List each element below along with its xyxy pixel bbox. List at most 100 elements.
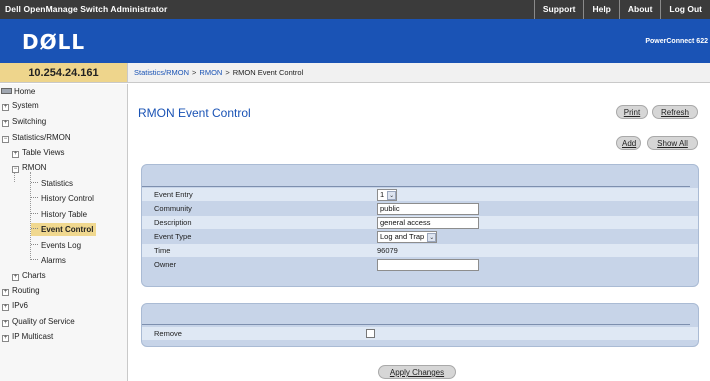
remove-checkbox[interactable] (366, 329, 375, 338)
tree-connector (31, 197, 38, 198)
breadcrumb-current: RMON Event Control (232, 68, 304, 77)
tree-item-history-control[interactable]: History Control (31, 192, 94, 205)
help-link[interactable]: Help (583, 0, 618, 19)
owner-input[interactable] (377, 259, 479, 271)
tree-item-ip-multicast[interactable]: + IP Multicast (2, 330, 53, 343)
tree-label: Switching (12, 117, 47, 126)
tree-connector (31, 244, 38, 245)
tree-item-events-log[interactable]: Events Log (31, 239, 81, 252)
owner-label: Owner (154, 260, 177, 269)
expand-icon[interactable]: + (2, 320, 9, 327)
show-all-button[interactable]: Show All (647, 136, 698, 150)
refresh-button[interactable]: Refresh (652, 105, 698, 119)
app-title: Dell OpenManage Switch Administrator (5, 4, 168, 14)
tree-item-event-control[interactable]: Event Control (31, 223, 97, 236)
chevron-down-icon: ⌄ (387, 191, 397, 200)
breadcrumb-statistics-rmon[interactable]: Statistics/RMON (134, 68, 189, 77)
tree-label: Statistics (41, 179, 74, 188)
tree-item-ipv6[interactable]: + IPv6 (2, 299, 28, 312)
row-description: Description general access (142, 216, 698, 229)
tree-label: Event Control (41, 225, 94, 234)
page-title: RMON Event Control (138, 106, 251, 120)
event-entry-select[interactable]: 1 ⌄ (377, 189, 398, 201)
apply-changes-button[interactable]: Apply Changes (378, 365, 456, 379)
panel-divider (142, 186, 690, 187)
tree-connector (31, 259, 38, 260)
row-event-entry: Event Entry 1 ⌄ (142, 188, 698, 201)
expand-icon[interactable]: + (2, 120, 9, 127)
tree-item-alarms[interactable]: Alarms (31, 254, 66, 267)
time-value: 96079 (377, 246, 398, 255)
remove-label: Remove (154, 329, 182, 338)
print-button[interactable]: Print (616, 105, 648, 119)
expand-icon[interactable]: + (2, 335, 9, 342)
tree-label: History Table (41, 210, 88, 219)
tree-item-statistics-rmon[interactable]: − Statistics/RMON (2, 131, 71, 144)
navigation-tree: Home + System + Switching − Statistics/RMON… (0, 84, 128, 381)
description-label: Description (154, 218, 192, 227)
tree-label: RMON (22, 163, 47, 172)
tree-label: Statistics/RMON (12, 133, 71, 142)
expand-icon[interactable]: + (2, 304, 9, 311)
expand-icon[interactable]: + (2, 104, 9, 111)
event-type-select[interactable]: Log and Trap ⌄ (377, 231, 438, 243)
description-input[interactable]: general access (377, 217, 479, 229)
tree-item-history-table[interactable]: History Table (31, 208, 87, 221)
expand-icon[interactable]: + (2, 289, 9, 296)
tree-item-rmon[interactable]: − RMON (12, 161, 46, 174)
tree-label: History Control (41, 194, 94, 203)
breadcrumb-separator: > (225, 68, 230, 77)
tree-item-system[interactable]: + System (2, 99, 39, 112)
banner: DØLL PowerConnect 622 (0, 19, 710, 63)
tree-label: IPv6 (12, 301, 29, 310)
breadcrumb-rmon[interactable]: RMON (199, 68, 222, 77)
tree-label: Quality of Service (12, 317, 75, 326)
support-link[interactable]: Support (533, 0, 584, 19)
event-settings-panel: Event Entry 1 ⌄ Community public Descript… (141, 164, 699, 287)
tree-label: System (12, 101, 39, 110)
breadcrumb: Statistics/RMON > RMON > RMON Event Control (128, 63, 710, 83)
tree-connector (31, 228, 38, 229)
tree-label: Table Views (22, 148, 65, 157)
expand-icon[interactable]: + (12, 274, 19, 281)
select-value: Log and Trap (380, 232, 425, 241)
collapse-icon[interactable]: − (12, 166, 19, 173)
panel-divider (142, 324, 690, 325)
top-nav: Support Help About Log Out (533, 0, 710, 19)
chevron-down-icon: ⌄ (427, 233, 437, 242)
community-input[interactable]: public (377, 203, 479, 215)
tree-item-statistics[interactable]: Statistics (31, 177, 73, 190)
home-icon (1, 88, 12, 94)
select-value: 1 (380, 190, 385, 199)
dell-logo: DØLL (22, 30, 86, 54)
tree-item-quality-of-service[interactable]: + Quality of Service (2, 315, 75, 328)
about-link[interactable]: About (618, 0, 661, 19)
main-content: RMON Event Control Print Refresh Add Sho… (129, 84, 710, 381)
collapse-icon[interactable]: − (2, 136, 9, 143)
device-ip: 10.254.24.161 (0, 63, 128, 83)
tree-label: Alarms (41, 256, 66, 265)
breadcrumb-separator: > (192, 68, 197, 77)
tree-item-charts[interactable]: + Charts (12, 269, 46, 282)
community-label: Community (154, 204, 192, 213)
tree-item-switching[interactable]: + Switching (2, 115, 46, 128)
tree-label: Routing (12, 286, 40, 295)
add-button[interactable]: Add (616, 136, 641, 150)
tree-item-table-views[interactable]: + Table Views (12, 146, 65, 159)
row-remove: Remove (142, 327, 698, 340)
product-model: PowerConnect 622 (645, 38, 708, 45)
expand-icon[interactable]: + (12, 151, 19, 158)
tree-connector (31, 213, 38, 214)
row-event-type: Event Type Log and Trap ⌄ (142, 230, 698, 243)
event-entry-label: Event Entry (154, 190, 193, 199)
tree-item-home[interactable]: Home (1, 85, 35, 98)
tree-label: Events Log (41, 241, 82, 250)
tree-item-routing[interactable]: + Routing (2, 284, 40, 297)
event-type-label: Event Type (154, 232, 192, 241)
row-community: Community public (142, 202, 698, 215)
row-time: Time 96079 (142, 244, 698, 257)
title-bar: Dell OpenManage Switch Administrator Sup… (0, 0, 710, 19)
remove-panel: Remove (141, 303, 699, 347)
row-owner: Owner (142, 258, 698, 271)
log-out-link[interactable]: Log Out (660, 0, 710, 19)
